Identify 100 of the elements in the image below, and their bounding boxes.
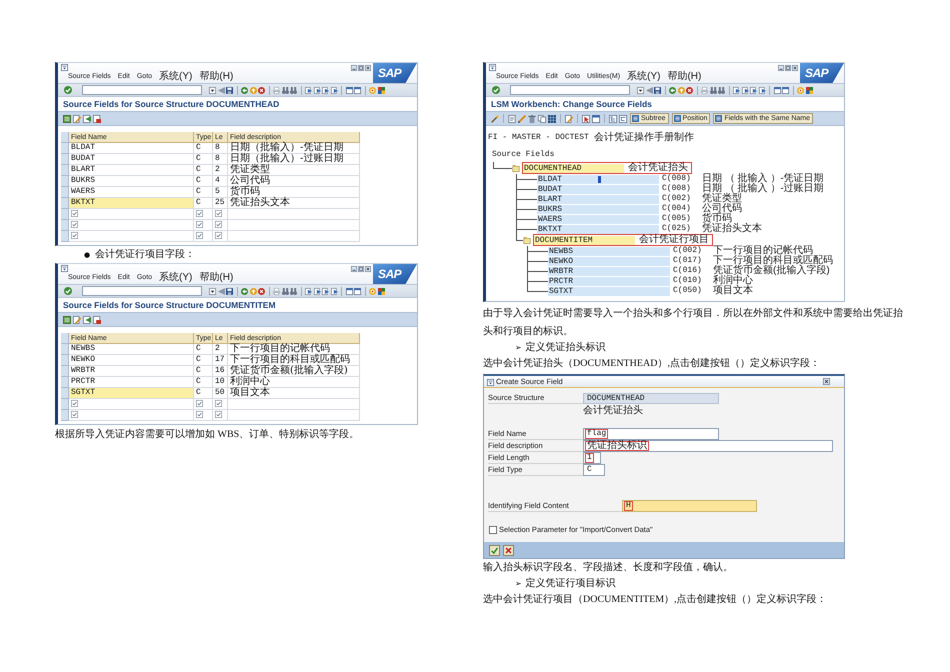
- table-cell[interactable]: 2: [213, 165, 228, 176]
- input-field[interactable]: 凭证抬头标识: [583, 440, 833, 452]
- table-cell[interactable]: NEWKO: [69, 355, 194, 366]
- menu-item[interactable]: 系统(Y): [159, 273, 192, 283]
- cancel-button[interactable]: [503, 544, 514, 556]
- window-icon[interactable]: [346, 86, 352, 94]
- ring-icon[interactable]: [369, 86, 376, 94]
- tiles-icon[interactable]: [378, 86, 384, 94]
- list-page-icon[interactable]: [63, 114, 71, 122]
- cancel-icon[interactable]: [686, 86, 693, 94]
- window-icon[interactable]: [782, 86, 789, 94]
- table-cell[interactable]: [194, 209, 213, 220]
- binoculars-icon[interactable]: [718, 86, 725, 94]
- tree-icon[interactable]: [619, 114, 627, 122]
- pointer-icon[interactable]: [582, 114, 590, 122]
- printer-icon[interactable]: [273, 288, 280, 294]
- folder-icon[interactable]: [523, 236, 531, 244]
- list-page-icon[interactable]: [63, 316, 71, 324]
- page-arrow-icon[interactable]: [305, 86, 312, 94]
- minimize-icon[interactable]: [351, 65, 357, 71]
- maximize-icon[interactable]: [785, 65, 791, 71]
- check-icon[interactable]: [64, 287, 72, 295]
- table-cell[interactable]: [228, 399, 360, 410]
- table-cell[interactable]: C: [194, 198, 213, 209]
- menu-item[interactable]: 系统(Y): [627, 72, 660, 82]
- table-cell[interactable]: 项目文本: [228, 388, 360, 399]
- pencil-icon[interactable]: [518, 114, 526, 122]
- binoculars-icon[interactable]: [290, 288, 297, 294]
- node-name[interactable]: DOCUMENTHEAD: [523, 164, 624, 172]
- input-field[interactable]: 1: [583, 452, 601, 464]
- table-cell[interactable]: 16: [213, 366, 228, 377]
- table-cell[interactable]: PRCTR: [69, 377, 194, 388]
- table-cell[interactable]: C: [194, 366, 213, 377]
- table-cell[interactable]: 日期（批输入）-凭证日期: [228, 143, 360, 154]
- table-cell[interactable]: 2: [213, 344, 228, 355]
- table-cell[interactable]: [69, 220, 194, 231]
- command-field[interactable]: [82, 85, 202, 95]
- table-cell[interactable]: 凭证抬头文本: [228, 198, 360, 209]
- copy-icon[interactable]: [538, 114, 546, 122]
- field-name[interactable]: BUKRS: [537, 204, 659, 214]
- table-cell[interactable]: [194, 220, 213, 231]
- binoculars-icon[interactable]: [290, 86, 297, 94]
- back-icon[interactable]: [241, 288, 248, 294]
- binoculars-icon[interactable]: [282, 86, 288, 94]
- window-menu-icon[interactable]: [489, 64, 496, 71]
- table-cell[interactable]: [213, 209, 228, 220]
- table-cell[interactable]: [228, 231, 360, 242]
- save-icon[interactable]: [226, 288, 233, 294]
- tree-node[interactable]: DOCUMENTHEAD 会计凭证抬头: [522, 162, 692, 174]
- table-cell[interactable]: 凭证货币金额(批输入字段): [228, 366, 360, 377]
- menu-item[interactable]: 帮助(H): [667, 72, 702, 82]
- window-icon[interactable]: [354, 86, 361, 94]
- tree-node[interactable]: DOCUMENTITEM 会计凭证行项目: [533, 234, 713, 246]
- table-cell[interactable]: 8: [213, 143, 228, 154]
- table-cell[interactable]: [228, 209, 360, 220]
- trash-icon[interactable]: [528, 114, 536, 122]
- table-cell[interactable]: 下一行项目的记帐代码: [228, 344, 360, 355]
- close-icon[interactable]: [792, 65, 798, 71]
- field-name[interactable]: BUDAT: [537, 184, 659, 194]
- field-name[interactable]: WAERS: [537, 214, 659, 224]
- menu-item[interactable]: 帮助(H): [199, 72, 234, 82]
- node-name[interactable]: DOCUMENTITEM: [534, 236, 635, 244]
- tiles-icon[interactable]: [378, 288, 384, 294]
- field-name[interactable]: SGTXT: [548, 286, 670, 296]
- table-cell[interactable]: 4: [213, 176, 228, 187]
- table-cell[interactable]: 5: [213, 187, 228, 198]
- window-menu-icon[interactable]: [61, 64, 68, 71]
- table-cell[interactable]: 25: [213, 198, 228, 209]
- table-cell[interactable]: 50: [213, 388, 228, 399]
- window-icon[interactable]: [592, 114, 600, 122]
- window-icon[interactable]: [354, 288, 361, 294]
- back-icon[interactable]: [669, 86, 676, 94]
- table-cell[interactable]: [194, 231, 213, 242]
- table-cell[interactable]: [213, 410, 228, 421]
- table-cell[interactable]: [194, 399, 213, 410]
- table-cell[interactable]: 10: [213, 377, 228, 388]
- field-name[interactable]: NEWBS: [548, 246, 670, 256]
- table-cell[interactable]: SGTXT: [69, 388, 194, 399]
- table-cell[interactable]: BUDAT: [69, 154, 194, 165]
- table-cell[interactable]: BKTXT: [69, 198, 194, 209]
- table-cell[interactable]: [69, 231, 194, 242]
- save-icon[interactable]: [654, 86, 661, 94]
- table-cell[interactable]: [69, 399, 194, 410]
- table-cell[interactable]: [194, 410, 213, 421]
- dropdown-icon[interactable]: [209, 288, 216, 294]
- checkbox[interactable]: [489, 526, 497, 534]
- minimize-icon[interactable]: [351, 266, 357, 272]
- input-field[interactable]: H: [622, 500, 757, 512]
- table-cell[interactable]: 8: [213, 154, 228, 165]
- table-cell[interactable]: [213, 220, 228, 231]
- cancel-icon[interactable]: [258, 288, 265, 294]
- table-cell[interactable]: BLDAT: [69, 143, 194, 154]
- field-name[interactable]: PRCTR: [548, 276, 670, 286]
- menu-item[interactable]: 帮助(H): [199, 273, 234, 283]
- cancel-icon[interactable]: [258, 86, 265, 94]
- table-cell[interactable]: C: [194, 176, 213, 187]
- window-icon[interactable]: [346, 288, 352, 294]
- table-cell[interactable]: [228, 220, 360, 231]
- wand-icon[interactable]: [491, 114, 499, 122]
- table-icon[interactable]: [548, 114, 556, 122]
